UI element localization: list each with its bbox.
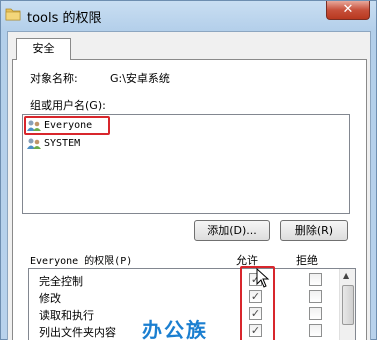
deny-checkbox[interactable] [309,290,322,303]
mouse-cursor-icon [256,268,270,288]
permission-name: 完全控制 [39,275,83,288]
list-item-label: SYSTEM [44,138,81,149]
remove-button[interactable]: 删除(R) [280,220,348,241]
add-button[interactable]: 添加(D)... [194,220,270,241]
groups-label: 组或用户名(G): [30,99,106,112]
titlebar[interactable]: tools 的权限 ✕ [1,1,376,31]
close-icon: ✕ [342,2,354,17]
deny-checkbox[interactable] [309,273,322,286]
window-title: tools 的权限 [27,11,102,26]
scroll-thumb[interactable] [342,285,354,325]
permission-row: 修改 ✓ [29,289,339,305]
deny-checkbox[interactable] [309,324,322,337]
permissions-window: tools 的权限 ✕ 安全 对象名称: G:\安卓系统 组或用户名(G): E… [0,0,377,340]
list-item-system[interactable]: SYSTEM [26,135,80,152]
object-name-value: G:\安卓系统 [110,72,170,85]
watermark-logo: 办公族 [142,318,208,340]
deny-checkbox[interactable] [309,307,322,320]
tab-security[interactable]: 安全 [16,38,71,60]
users-icon [27,138,41,149]
everyone-highlight [24,116,110,135]
permission-row: 完全控制 ✓ [29,272,339,288]
permission-name: 修改 [39,292,61,305]
close-button[interactable]: ✕ [326,1,370,20]
object-name-label: 对象名称: [30,72,78,85]
group-user-list[interactable]: Everyone SYSTEM [22,114,350,214]
permissions-header: Everyone 的权限(P) [30,256,133,267]
permission-name: 列出文件夹内容 [39,326,116,339]
folder-icon [5,8,21,21]
permissions-scrollbar[interactable]: ▲ [339,269,355,340]
scroll-up-icon[interactable]: ▲ [343,271,349,280]
deny-column-label: 拒绝 [296,254,318,267]
dialog-client-area: 安全 对象名称: G:\安卓系统 组或用户名(G): Everyone SYST… [7,31,371,340]
permission-name: 读取和执行 [39,309,94,322]
